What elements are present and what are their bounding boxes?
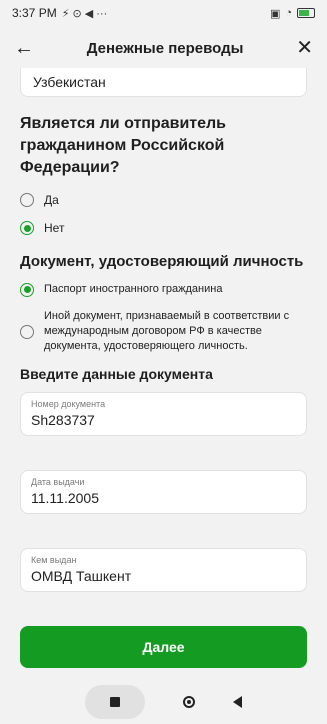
- document-option-foreign-passport[interactable]: Паспорт иностранного гражданина: [20, 282, 307, 297]
- vibrate-icon: ▣: [269, 7, 281, 20]
- radio-checked-icon[interactable]: [20, 282, 34, 297]
- close-icon[interactable]: ✕: [296, 38, 313, 58]
- app-bar: ← Денежные переводы ✕: [0, 26, 327, 70]
- citizenship-question: Является ли отправитель гражданином Росс…: [20, 115, 227, 176]
- radio-unchecked-icon[interactable]: [20, 324, 34, 339]
- option-label: Да: [44, 193, 59, 207]
- citizenship-option-no[interactable]: Нет: [20, 221, 307, 235]
- field-value: 11.11.2005: [31, 490, 99, 506]
- citizenship-option-yes[interactable]: Да: [20, 193, 307, 207]
- field-label: Номер документа: [31, 399, 106, 409]
- document-data-title: Введите данные документа: [20, 366, 213, 382]
- back-arrow-icon[interactable]: ←: [14, 38, 34, 58]
- radio-checked-icon[interactable]: [20, 221, 34, 235]
- form-content: Узбекистан Является ли отправитель гражд…: [0, 68, 327, 668]
- next-button[interactable]: Далее: [20, 626, 307, 668]
- option-label: Паспорт иностранного гражданина: [44, 283, 223, 295]
- home-icon[interactable]: [183, 696, 195, 708]
- status-time: 3:37 PM: [12, 6, 57, 20]
- field-label: Кем выдан: [31, 555, 77, 565]
- radio-unchecked-icon[interactable]: [20, 193, 34, 207]
- issued-by-field[interactable]: Кем выдан ОМВД Ташкент: [20, 548, 307, 592]
- status-right: ▣ ◔: [270, 7, 315, 20]
- country-field[interactable]: Узбекистан: [20, 68, 307, 97]
- field-value: ОМВД Ташкент: [31, 568, 132, 584]
- field-label: Дата выдачи: [31, 477, 85, 487]
- option-label: Иной документ, признаваемый в соответств…: [44, 310, 290, 352]
- page-title: Денежные переводы: [86, 39, 244, 57]
- document-number-field[interactable]: Номер документа Sh283737: [20, 392, 307, 436]
- country-value: Узбекистан: [33, 74, 106, 90]
- system-nav-bar: [0, 680, 327, 724]
- option-label: Нет: [44, 221, 65, 235]
- battery-icon: [297, 8, 315, 18]
- field-value: Sh283737: [31, 412, 95, 428]
- status-bar: 3:37 PM ⚡ ⊙ ◀ ··· ▣ ◔: [0, 0, 327, 26]
- document-section-title: Документ, удостоверяющий личность: [20, 253, 304, 270]
- status-left: 3:37 PM ⚡ ⊙ ◀ ···: [12, 6, 107, 20]
- document-option-other[interactable]: Иной документ, признаваемый в соответств…: [20, 309, 307, 354]
- notification-icons: ⚡ ⊙ ◀ ···: [61, 7, 108, 20]
- issue-date-field[interactable]: Дата выдачи 11.11.2005: [20, 470, 307, 514]
- back-triangle-icon[interactable]: [233, 696, 242, 708]
- recents-button[interactable]: [85, 685, 145, 719]
- wifi-icon: ◔: [285, 7, 292, 19]
- recents-icon: [110, 697, 120, 707]
